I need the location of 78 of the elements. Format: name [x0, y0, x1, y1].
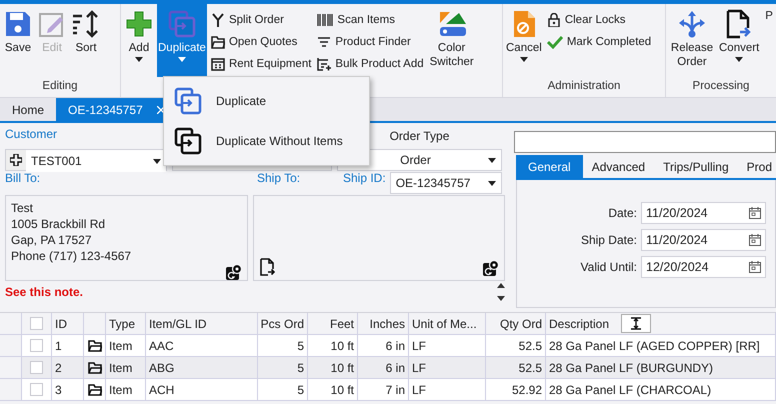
table-cell: LF [412, 382, 426, 396]
table-cell: 5 [297, 360, 304, 374]
panel-tab[interactable]: Trips/Pulling [654, 155, 738, 178]
order-note: See this note. [5, 285, 84, 299]
table-cell: 3 [55, 382, 62, 396]
ship-id-label: Ship ID: [343, 171, 386, 185]
table-cell: LF [412, 360, 426, 374]
table-cell: AAC [149, 338, 174, 352]
table-cell: 52.5 [518, 360, 542, 374]
ship-to-label: Ship To: [257, 171, 302, 185]
column-header[interactable]: ID [55, 316, 67, 330]
panel-tab[interactable]: Prod [738, 155, 776, 178]
table-cell: 52.92 [512, 382, 542, 396]
column-header[interactable]: Pcs Ord [260, 316, 304, 330]
product-finder-button[interactable]: Product Finder [315, 34, 426, 50]
table-cell: 2 [55, 360, 62, 374]
scan-items-button[interactable]: Scan Items [315, 12, 426, 28]
release-order-button[interactable]: Release Order [668, 4, 716, 77]
table-cell: 10 ft [330, 382, 354, 396]
table-row[interactable]: 2 Item ABG 5 10 ft 6 in LF 52.5 28 Ga Panel LF (BURGUNDY) [0, 357, 776, 379]
clear-locks-button[interactable]: Clear Locks [544, 12, 654, 28]
table-cell: 28 Ga Panel LF (BURGUNDY) [549, 360, 714, 374]
table-cell: Item [109, 382, 132, 396]
table-cell: Item [109, 338, 132, 352]
column-header[interactable]: Item/GL ID [149, 316, 207, 330]
group-label: Editing [41, 79, 79, 94]
rent-equipment-button[interactable]: Rent Equipment [208, 56, 314, 72]
sort-button[interactable]: Sort [70, 4, 102, 77]
split-order-button[interactable]: Split Order [208, 12, 314, 28]
table-cell: 1 [55, 338, 62, 352]
duplicate-button[interactable]: Duplicate [157, 4, 207, 77]
date-label: Date: [607, 206, 637, 220]
group-label: Administration [546, 79, 622, 94]
date-field[interactable]: 12/20/2024 [641, 256, 766, 278]
column-header[interactable]: Unit of Me... [412, 316, 477, 330]
table-cell: ACH [149, 382, 174, 396]
date-field[interactable]: 11/20/2024 [641, 202, 766, 224]
column-header[interactable]: Description [549, 316, 610, 330]
column-header[interactable]: Inches [370, 316, 405, 330]
table-cell: LF [412, 338, 426, 352]
table-row[interactable]: 1 Item AAC 5 10 ft 6 in LF 52.5 28 Ga Panel LF (AGED COPPER) [RR] [0, 335, 776, 357]
table-row[interactable]: 3 Item ACH 5 10 ft 7 in LF 52.92 28 Ga Panel LF (CHARCOAL) [0, 379, 776, 401]
save-button[interactable]: Save [2, 4, 34, 77]
table-cell: 5 [297, 338, 304, 352]
table-cell: ABG [149, 360, 174, 374]
convert-button[interactable]: Convert [718, 4, 760, 77]
table-cell: 10 ft [330, 338, 354, 352]
document-tab[interactable]: Home [0, 98, 56, 121]
date-label: Valid Until: [580, 260, 637, 274]
date-field[interactable]: 11/20/2024 [641, 229, 766, 251]
table-cell: 28 Ga Panel LF (CHARCOAL) [549, 382, 712, 396]
column-header[interactable]: Type [109, 316, 136, 330]
column-header[interactable]: Qty Ord [500, 316, 542, 330]
color-switcher-button[interactable]: Color Switcher [428, 4, 476, 77]
customer-combo[interactable]: TEST001 [26, 150, 166, 172]
table-cell: 6 in [386, 360, 405, 374]
table-cell: 52.5 [518, 338, 542, 352]
ship-id-combo[interactable]: OE-12345757 [390, 172, 502, 194]
table-cell: 5 [297, 382, 304, 396]
panel-tab[interactable]: Advanced [582, 155, 654, 178]
cancel-button[interactable]: Cancel [505, 4, 543, 77]
bulk-product-add-button[interactable]: Bulk Product Add [315, 56, 426, 72]
table-cell: Item [109, 360, 132, 374]
table-cell: 28 Ga Panel LF (AGED COPPER) [RR] [549, 338, 760, 352]
column-header[interactable]: Feet [330, 316, 354, 330]
table-cell: 7 in [386, 382, 405, 396]
bill-to-label: Bill To: [5, 171, 42, 185]
panel-tab[interactable]: General [516, 155, 583, 178]
add-button[interactable]: Add [123, 4, 155, 77]
group-label: Processing [692, 79, 750, 94]
bill-to-address: Test 1005 Brackbill Rd Gap, PA 17527 Phone (717) 123-4567 [11, 200, 132, 264]
open-quotes-button[interactable]: Open Quotes [208, 34, 314, 50]
table-cell: 10 ft [330, 360, 354, 374]
date-label: Ship Date: [580, 233, 637, 247]
table-cell: 6 in [386, 338, 405, 352]
mark-completed-button[interactable]: Mark Completed [544, 34, 654, 50]
processing-button[interactable]: P [762, 4, 774, 77]
customer-label: Customer [5, 127, 58, 141]
